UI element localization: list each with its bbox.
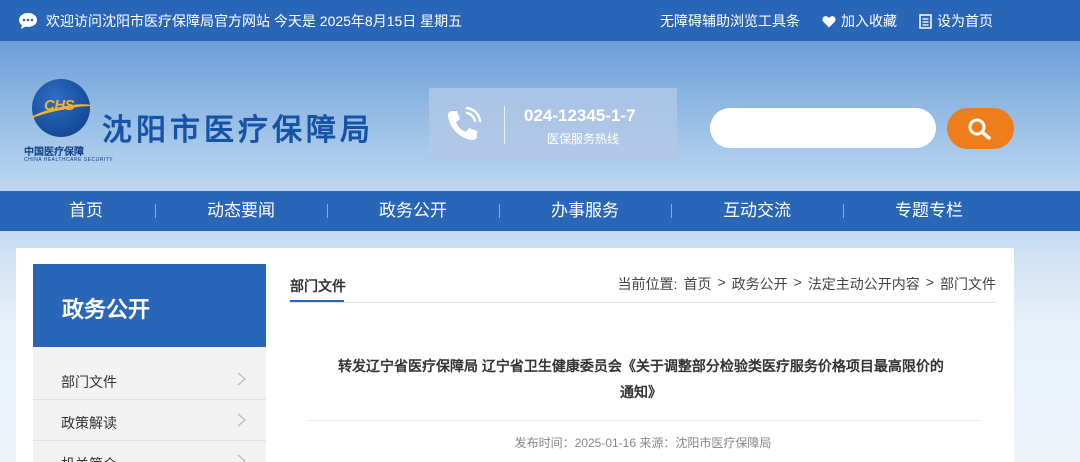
welcome-area: 欢迎访问沈阳市医疗保障局官方网站 今天是 2025年8月15日 星期五 [18,11,462,31]
add-favorite-link[interactable]: 加入收藏 [822,11,897,31]
section-tab[interactable]: 部门文件 [290,276,346,296]
set-homepage-link[interactable]: 设为首页 [919,11,993,31]
top-bar: 欢迎访问沈阳市医疗保障局官方网站 今天是 2025年8月15日 星期五 无障碍辅… [0,0,1080,41]
hotline-divider [504,106,505,144]
breadcrumb-link-home[interactable]: 首页 [683,274,711,294]
chat-icon [19,13,37,29]
breadcrumb-separator: > [925,274,934,290]
main-nav: 首页 动态要闻 政务公开 办事服务 互动交流 专题专栏 [0,191,1080,231]
search-button[interactable] [947,108,1014,149]
hotline-label: 医保服务热线 [547,132,620,146]
add-favorite-label: 加入收藏 [841,13,897,29]
sidebar-item-label: 部门文件 [61,374,117,390]
search-input[interactable] [710,108,936,148]
breadcrumb-link-department-docs[interactable]: 部门文件 [940,274,996,294]
phone-icon [448,106,482,140]
site-logo[interactable]: CHS 中国医疗保障 CHINA HEALTHCARE SECURITY 沈阳市… [24,75,404,165]
site-title: 沈阳市医疗保障局 [102,113,374,148]
breadcrumb-separator: > [793,274,802,290]
breadcrumb-prefix: 当前位置: [617,276,678,292]
chevron-right-icon [237,454,246,462]
breadcrumb: 当前位置: 首页 > 政务公开 > 法定主动公开内容 > 部门文件 [618,274,996,294]
article-divider [306,420,980,421]
chevron-right-icon [237,413,246,427]
nav-item-services[interactable]: 办事服务 [499,191,671,231]
top-tools: 无障碍辅助浏览工具条 加入收藏 设为首页 [660,11,993,31]
sidebar-item-department-docs[interactable]: 部门文件 [33,359,266,400]
hotline-number: 024-12345-1-7 [524,106,636,125]
sidebar-title: 政务公开 [33,264,266,347]
search-icon [968,118,991,140]
breadcrumb-link-statutory[interactable]: 法定主动公开内容 [808,274,920,294]
welcome-text: 欢迎访问沈阳市医疗保障局官方网站 今天是 2025年8月15日 星期五 [46,13,463,29]
nav-item-special-topics[interactable]: 专题专栏 [843,191,1015,231]
nav-item-interaction[interactable]: 互动交流 [671,191,843,231]
heart-icon [822,15,836,27]
sidebar-title-text: 政务公开 [62,297,151,322]
nav-item-home[interactable]: 首页 [0,191,172,231]
sidebar-item-label: 机关简介 [61,454,117,462]
section-divider [290,302,996,303]
sidebar-item-agency-intro[interactable]: 机关简介 [33,441,266,462]
accessibility-toolbar-link[interactable]: 无障碍辅助浏览工具条 [660,11,800,31]
sidebar-item-label: 政策解读 [61,415,117,431]
chevron-right-icon [237,372,246,386]
breadcrumb-separator: > [717,274,726,290]
article-title: 转发辽宁省医疗保障局 辽宁省卫生健康委员会《关于调整部分检验类医疗服务价格项目最… [338,358,944,400]
accessibility-label: 无障碍辅助浏览工具条 [660,13,800,29]
site-header: CHS 中国医疗保障 CHINA HEALTHCARE SECURITY 沈阳市… [0,41,1080,191]
sidebar-item-policy-interpretation[interactable]: 政策解读 [33,400,266,441]
nav-item-gov-affairs[interactable]: 政务公开 [327,191,499,231]
logo-subtitle-en: CHINA HEALTHCARE SECURITY [24,157,114,163]
set-homepage-label: 设为首页 [937,13,993,29]
nav-item-news[interactable]: 动态要闻 [155,191,327,231]
breadcrumb-link-gov-affairs[interactable]: 政务公开 [732,274,788,294]
article-meta: 发布时间：2025-01-16 来源：沈阳市医疗保障局 [514,436,772,450]
logo-subtitle: 中国医疗保障 [24,147,84,158]
sidebar-menu: 部门文件 政策解读 机关简介 [33,347,266,462]
document-icon [919,13,932,29]
chs-emblem: CHS [27,79,95,137]
content-panel: 政务公开 部门文件 政策解读 机关简介 部门文件 当前位置: 首页 > 政务公开… [16,248,1014,462]
emblem-text: CHS [44,97,75,114]
service-hotline: 024-12345-1-7 医保服务热线 [429,88,677,161]
